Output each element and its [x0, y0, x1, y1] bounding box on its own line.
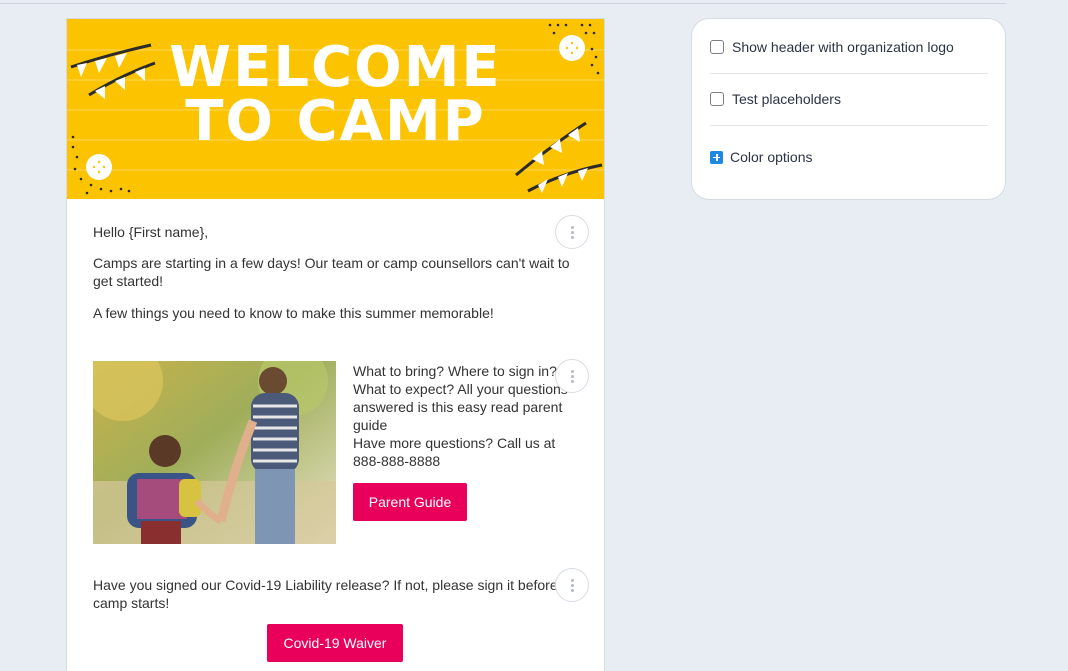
more-vertical-icon [570, 369, 574, 384]
parent-guide-button[interactable]: Parent Guide [353, 483, 467, 521]
email-preview: WELCOME TO CAMP Hello {First name}, Camp… [66, 18, 605, 671]
photo-illustration [93, 361, 336, 544]
guide-line: answered is this easy read parent [353, 399, 563, 415]
guide-line: What to expect? All your questions [353, 381, 568, 397]
show-header-option[interactable]: Show header with organization logo [710, 39, 954, 55]
parent-child-photo[interactable] [93, 361, 336, 544]
banner-title: WELCOME TO CAMP [67, 35, 604, 154]
test-placeholders-option[interactable]: Test placeholders [710, 91, 841, 107]
block-menu-button[interactable] [555, 215, 589, 249]
top-divider [0, 3, 1006, 4]
show-header-label: Show header with organization logo [732, 39, 954, 55]
waiver-text[interactable]: Have you signed our Covid-19 Liability r… [93, 576, 563, 612]
more-vertical-icon [570, 578, 574, 593]
color-options-label: Color options [730, 149, 813, 165]
divider [710, 125, 988, 126]
covid-waiver-button[interactable]: Covid-19 Waiver [267, 624, 403, 662]
intro-text[interactable]: Camps are starting in a few days! Our te… [93, 254, 583, 290]
test-placeholders-label: Test placeholders [732, 91, 841, 107]
divider [710, 73, 988, 74]
settings-panel: Show header with organization logo Test … [691, 18, 1006, 200]
block-menu-button[interactable] [555, 359, 589, 393]
more-vertical-icon [570, 225, 574, 240]
intro-text-2[interactable]: A few things you need to know to make th… [93, 304, 583, 322]
plus-square-icon [710, 150, 723, 164]
banner-line-1: WELCOME [169, 35, 502, 100]
block-menu-button[interactable] [555, 568, 589, 602]
guide-text[interactable]: What to bring? Where to sign in? What to… [353, 362, 583, 470]
greeting-text[interactable]: Hello {First name}, [93, 223, 208, 241]
guide-line: What to bring? Where to sign in? [353, 363, 557, 379]
guide-line: 888-888-8888 [353, 453, 441, 469]
guide-line: Have more questions? Call us at [353, 435, 556, 451]
banner-line-2: TO CAMP [185, 89, 486, 154]
guide-line: guide [353, 417, 388, 433]
show-header-checkbox[interactable] [710, 40, 724, 54]
color-options-toggle[interactable]: Color options [710, 149, 813, 165]
test-placeholders-checkbox[interactable] [710, 92, 724, 106]
welcome-banner[interactable]: WELCOME TO CAMP [67, 19, 604, 199]
